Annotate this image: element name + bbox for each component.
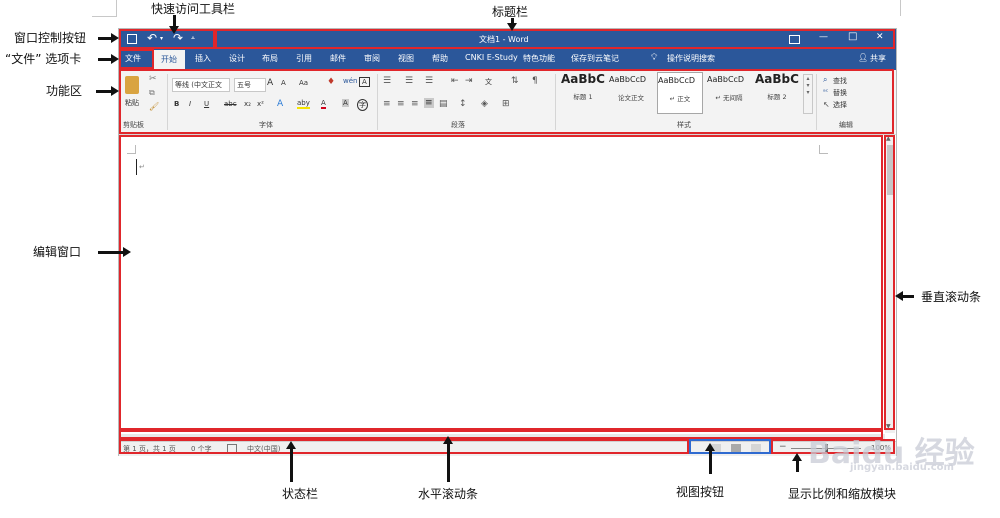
callout-edit-window: 编辑窗口 [33, 245, 82, 259]
share-icon[interactable]: 👤︎ [858, 53, 868, 62]
tab-design[interactable]: 设计 [229, 53, 245, 64]
highlight-view-buttons [689, 439, 771, 454]
highlight-vscroll [884, 135, 895, 430]
tab-cloud-note[interactable]: 保存到云笔记 [571, 53, 619, 64]
tab-mailings[interactable]: 邮件 [330, 53, 346, 64]
callout-vscroll: 垂直滚动条 [921, 290, 982, 304]
page-corner-guide-left [92, 0, 117, 17]
tab-cnki[interactable]: CNKI E-Study [465, 53, 518, 62]
tab-view[interactable]: 视图 [398, 53, 414, 64]
arrow-hscroll [443, 436, 453, 482]
highlight-title-bar [215, 29, 895, 49]
arrow-title-bar [507, 18, 517, 31]
highlight-file-tab [119, 49, 154, 69]
tell-me-search[interactable]: 操作说明搜索 [667, 53, 715, 64]
share-button[interactable]: 共享 [870, 53, 886, 64]
arrow-window-control [98, 33, 119, 43]
callout-zoom: 显示比例和缩放模块 [788, 487, 897, 501]
arrow-file-tab [98, 54, 119, 64]
arrow-view-buttons [705, 443, 715, 474]
tab-special[interactable]: 特色功能 [523, 53, 555, 64]
highlight-ribbon [119, 69, 894, 134]
callout-title-bar: 标题栏 [492, 5, 529, 19]
arrow-quick-access [169, 15, 179, 34]
arrow-status-bar [286, 441, 296, 482]
lightbulb-icon[interactable]: 💡︎ [651, 53, 657, 63]
tab-layout[interactable]: 布局 [262, 53, 278, 64]
callout-view-buttons: 视图按钮 [676, 485, 725, 499]
tab-help[interactable]: 帮助 [432, 53, 448, 64]
highlight-window-control [119, 29, 215, 49]
callout-window-control: 窗口控制按钮 [14, 31, 87, 45]
callout-file-tab: “文件” 选项卡 [5, 52, 82, 66]
callout-hscroll: 水平滚动条 [418, 487, 479, 501]
ribbon-tabs: 文件 开始 插入 设计 布局 引用 邮件 审阅 视图 帮助 CNKI E-Stu… [119, 50, 896, 70]
arrow-ribbon [96, 86, 119, 96]
tab-references[interactable]: 引用 [296, 53, 312, 64]
highlight-status-bar [119, 439, 689, 454]
highlight-edit-window [119, 135, 883, 430]
tab-insert[interactable]: 插入 [195, 53, 211, 64]
arrow-vscroll [895, 291, 914, 301]
tab-review[interactable]: 审阅 [364, 53, 380, 64]
callout-status-bar: 状态栏 [282, 487, 319, 501]
page-corner-guide-right [900, 0, 902, 16]
arrow-edit-window [98, 247, 131, 257]
callout-quick-access: 快速访问工具栏 [151, 2, 236, 16]
highlight-hscroll [119, 430, 883, 439]
tab-home[interactable]: 开始 [153, 50, 185, 70]
baidu-watermark-url: jingyan.baidu.com [850, 462, 954, 473]
callout-ribbon: 功能区 [46, 84, 83, 98]
arrow-zoom [792, 453, 802, 472]
